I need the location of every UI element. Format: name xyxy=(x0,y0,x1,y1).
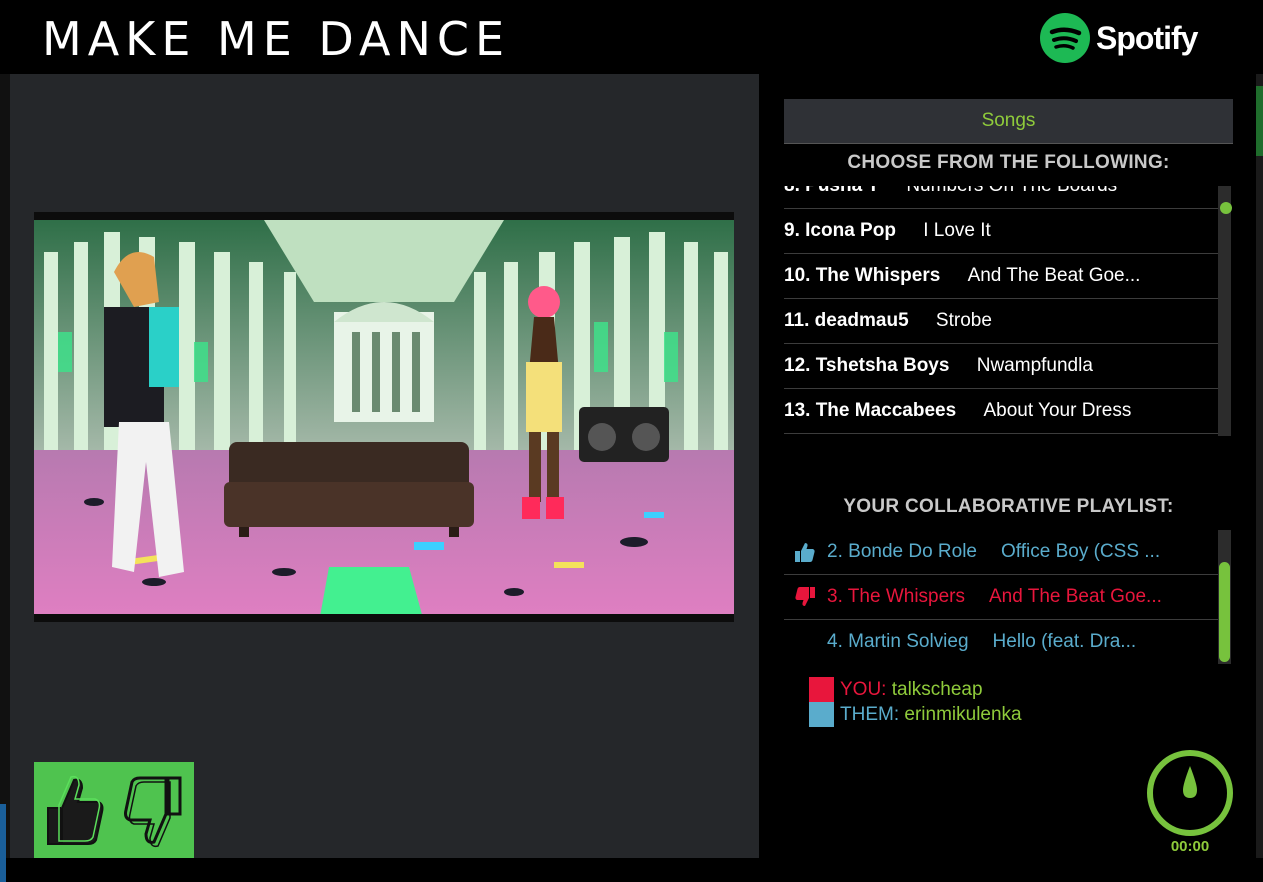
legend-you: YOU: talkscheap xyxy=(809,677,1022,702)
song-row[interactable]: 10. The Whispers And The Beat Goe... xyxy=(784,254,1218,299)
song-number: 10. xyxy=(784,265,811,286)
song-artist: The Whispers xyxy=(815,265,941,286)
song-artist: deadmau5 xyxy=(814,310,909,331)
thumbs-up-icon[interactable] xyxy=(40,772,108,850)
playlist-number: 4. xyxy=(827,631,843,652)
tab-songs[interactable]: Songs xyxy=(784,99,1233,144)
playlist-item[interactable]: 4. Martin Solvieg Hello (feat. Dra... xyxy=(784,620,1218,664)
song-row[interactable]: 13. The Maccabees About Your Dress xyxy=(784,389,1218,434)
song-row[interactable]: 11. deadmau5 Strobe xyxy=(784,299,1218,344)
playlist-title: And The Beat Goe... xyxy=(989,586,1162,607)
song-title: And The Beat Goe... xyxy=(967,265,1141,286)
you-color-swatch xyxy=(809,677,834,702)
song-list-scrollbar[interactable] xyxy=(1218,186,1232,436)
song-title: About Your Dress xyxy=(983,400,1132,421)
playlist-scrollbar[interactable] xyxy=(1218,530,1231,664)
timer-icon xyxy=(1147,750,1233,836)
sidebar: Songs CHOOSE FROM THE FOLLOWING: 8. Push… xyxy=(759,74,1256,858)
scrollbar-thumb[interactable] xyxy=(1219,562,1230,662)
playlist-artist: Bonde Do Role xyxy=(848,541,978,562)
song-number: 12. xyxy=(784,355,811,376)
thumbs-up-icon xyxy=(795,543,815,562)
you-label: YOU: xyxy=(840,679,887,700)
song-row[interactable]: 9. Icona Pop I Love It xyxy=(784,209,1218,254)
song-title: Nwampfundla xyxy=(976,355,1093,376)
playlist-artist: The Whispers xyxy=(847,586,965,607)
playlist[interactable]: 2. Bonde Do Role Office Boy (CSS ... 3. T… xyxy=(784,530,1233,664)
song-artist: Pusha T xyxy=(805,186,879,196)
app-title: MAKE ME DANCE xyxy=(42,12,511,66)
song-title: I Love It xyxy=(923,220,991,241)
song-title: Numbers On The Boards xyxy=(906,186,1117,196)
them-username: erinmikulenka xyxy=(904,704,1022,725)
choose-heading: CHOOSE FROM THE FOLLOWING: xyxy=(847,152,1170,173)
playlist-heading: YOUR COLLABORATIVE PLAYLIST: xyxy=(843,496,1174,517)
song-number: 9. xyxy=(784,220,800,241)
header: MAKE ME DANCE Spotify xyxy=(0,0,1263,74)
song-number: 8. xyxy=(784,186,800,196)
playlist-artist: Martin Solvieg xyxy=(848,631,969,652)
spotify-logo[interactable]: Spotify xyxy=(1040,12,1198,64)
thumbs-down-icon[interactable] xyxy=(120,772,188,850)
playlist-title: Hello (feat. Dra... xyxy=(992,631,1137,652)
song-row[interactable]: 12. Tshetsha Boys Nwampfundla xyxy=(784,344,1218,389)
song-artist: Icona Pop xyxy=(805,220,896,241)
timer-readout: 00:00 xyxy=(1170,838,1210,855)
legend-them: THEM: erinmikulenka xyxy=(809,702,1022,727)
song-row[interactable]: 8. Pusha T Numbers On The Boards xyxy=(784,186,1218,209)
user-legend: YOU: talkscheap THEM: erinmikulenka xyxy=(809,677,1022,727)
song-number: 13. xyxy=(784,400,811,421)
song-list[interactable]: 8. Pusha T Numbers On The Boards 9. Icon… xyxy=(784,186,1233,436)
song-artist: Tshetsha Boys xyxy=(815,355,950,376)
playlist-number: 2. xyxy=(827,541,843,562)
music-video[interactable] xyxy=(34,212,734,622)
right-edge-strip xyxy=(1256,74,1263,858)
left-edge-strip xyxy=(0,74,10,882)
playlist-item[interactable]: 2. Bonde Do Role Office Boy (CSS ... xyxy=(784,530,1218,575)
spotify-icon xyxy=(1040,13,1090,63)
playlist-number: 3. xyxy=(827,586,843,607)
spotify-wordmark: Spotify xyxy=(1096,19,1198,56)
video-panel xyxy=(10,74,759,858)
song-number: 11. xyxy=(784,310,810,331)
vote-controls xyxy=(34,762,194,858)
you-username: talkscheap xyxy=(891,679,983,700)
playlist-item[interactable]: 3. The Whispers And The Beat Goe... xyxy=(784,575,1218,620)
them-color-swatch xyxy=(809,702,834,727)
playlist-title: Office Boy (CSS ... xyxy=(1001,541,1161,562)
song-artist: The Maccabees xyxy=(815,400,957,421)
thumbs-down-icon xyxy=(795,587,815,606)
song-title: Strobe xyxy=(935,310,992,331)
scrollbar-thumb[interactable] xyxy=(1220,202,1232,214)
them-label: THEM: xyxy=(840,704,900,725)
